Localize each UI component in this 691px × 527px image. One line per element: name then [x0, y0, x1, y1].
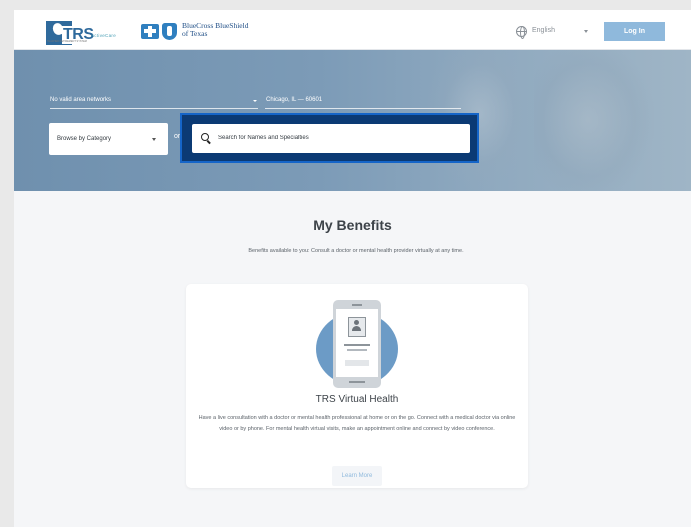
trs-logo-small-text: TEACHER RETIREMENT SYSTEM — [47, 40, 87, 43]
language-label: English — [532, 27, 555, 34]
phone-screen — [336, 309, 378, 377]
blue-cross-icon — [141, 24, 159, 39]
virtual-health-card: TRS Virtual Health Have a live consultat… — [186, 284, 528, 488]
phone-speaker — [352, 304, 362, 306]
location-value: Chicago, IL — 60601 — [266, 97, 323, 103]
user-icon — [352, 320, 361, 334]
chevron-down-icon — [152, 138, 156, 141]
search-input[interactable] — [218, 133, 458, 143]
chevron-down-icon — [253, 100, 257, 102]
blue-shield-icon — [162, 23, 177, 40]
bcbs-logo[interactable]: BlueCross BlueShield of Texas — [141, 22, 271, 44]
category-label: Browse by Category — [57, 136, 112, 142]
benefits-title: My Benefits — [313, 217, 392, 233]
search-hero: No valid area networks Chicago, IL — 606… — [14, 50, 691, 191]
search-box[interactable] — [192, 124, 470, 153]
bcbs-name-line2: of Texas — [182, 29, 208, 38]
search-focus-ring — [180, 113, 479, 163]
login-button[interactable]: Log In — [604, 22, 665, 41]
location-field[interactable]: Chicago, IL — 60601 — [265, 95, 461, 109]
screen-line — [344, 344, 370, 346]
chevron-down-icon[interactable] — [584, 30, 588, 33]
header: TRS ActiveCare TEACHER RETIREMENT SYSTEM… — [14, 10, 691, 50]
globe-icon — [516, 26, 527, 39]
browse-category-select[interactable]: Browse by Category — [49, 123, 168, 155]
phone-home-bar — [349, 381, 365, 383]
card-title: TRS Virtual Health — [315, 394, 399, 405]
trs-activecare-logo[interactable]: TRS ActiveCare TEACHER RETIREMENT SYSTEM — [46, 21, 128, 45]
bcbs-name: BlueCross BlueShield of Texas — [182, 22, 248, 38]
network-value: No valid area networks — [50, 97, 112, 103]
benefits-subtitle: Benefits available to you: Consult a doc… — [248, 248, 464, 254]
hero-background-image-2 — [534, 50, 654, 191]
card-description: Have a live consultation with a doctor o… — [198, 415, 516, 432]
search-icon — [201, 133, 209, 141]
phone-icon — [333, 300, 381, 388]
page: TRS ActiveCare TEACHER RETIREMENT SYSTEM… — [14, 10, 691, 527]
network-select[interactable]: No valid area networks — [50, 95, 258, 109]
browser-frame: TRS ActiveCare TEACHER RETIREMENT SYSTEM… — [0, 0, 691, 527]
learn-more-button[interactable]: Learn More — [332, 466, 382, 486]
virtual-health-illustration — [316, 300, 398, 388]
trs-logo-subtitle: ActiveCare — [91, 33, 117, 38]
avatar-frame — [348, 317, 366, 337]
screen-line — [347, 349, 367, 351]
screen-block — [345, 360, 369, 366]
